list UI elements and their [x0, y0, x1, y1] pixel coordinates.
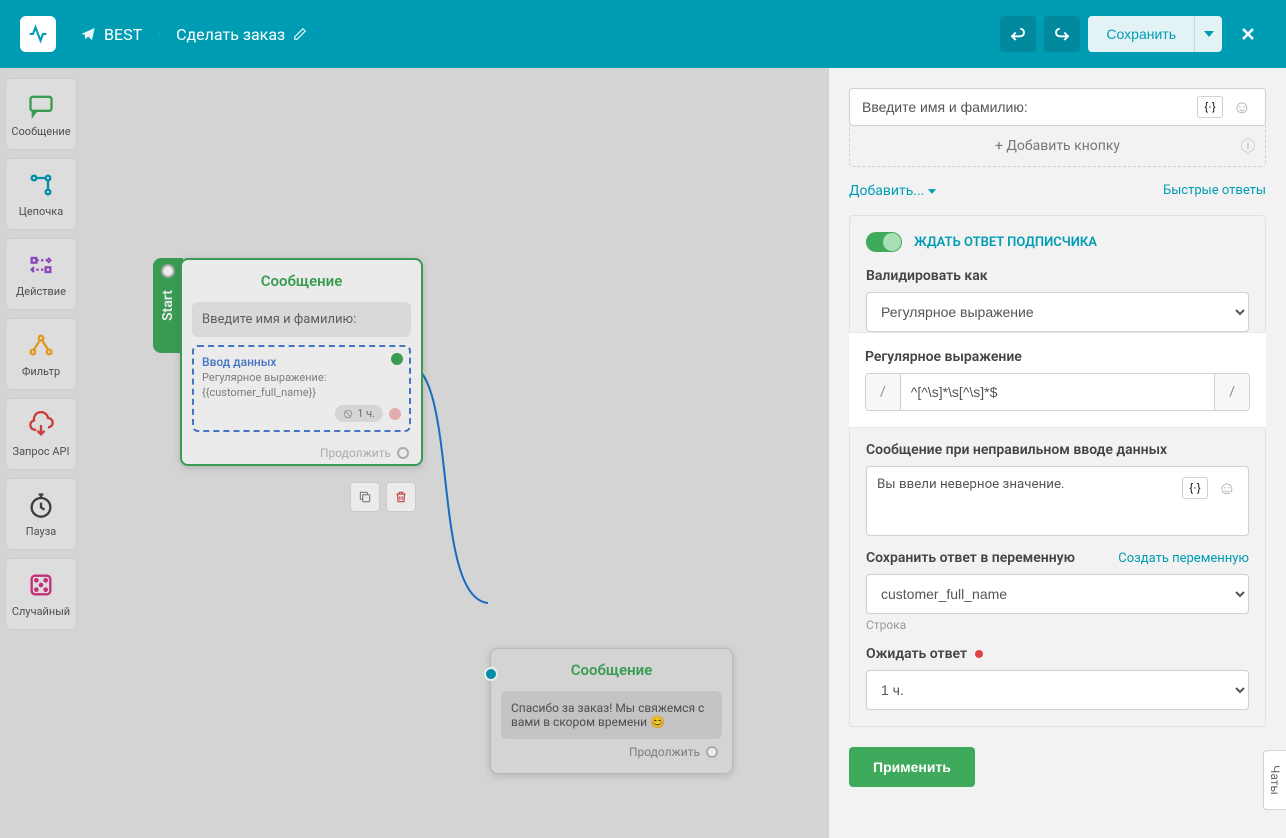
chain-icon: [27, 171, 55, 199]
tool-message[interactable]: Сообщение: [5, 78, 77, 150]
tool-filter[interactable]: Фильтр: [5, 318, 77, 390]
input-block-var: {{customer_full_name}}: [202, 386, 401, 399]
delete-node-button[interactable]: [386, 482, 416, 512]
node2-continue: Продолжить: [501, 739, 722, 765]
error-textarea-wrapper[interactable]: Вы ввели неверное значение. {·} ☺: [866, 466, 1249, 536]
stopwatch-icon: [27, 491, 55, 519]
info-icon[interactable]: ⓘ: [1241, 136, 1255, 156]
app-logo[interactable]: [20, 16, 56, 52]
validate-label: Валидировать как: [866, 268, 1249, 284]
start-node[interactable]: Start: [153, 258, 183, 353]
regex-start-slash: /: [866, 374, 901, 410]
emoji-button-2[interactable]: ☺: [1216, 477, 1238, 499]
save-dropdown-button[interactable]: [1194, 16, 1222, 52]
error-textarea[interactable]: Вы ввели неверное значение.: [877, 477, 1182, 525]
wait-time-select[interactable]: 1 ч.: [866, 670, 1249, 710]
emoji-button[interactable]: ☺: [1231, 96, 1253, 118]
redo-icon: [1053, 25, 1071, 43]
continue-port[interactable]: [397, 447, 409, 459]
start-label: Start: [160, 290, 176, 321]
wait-response-config: ЖДАТЬ ОТВЕТ ПОДПИСЧИКА Валидировать как …: [849, 215, 1266, 727]
add-button-row[interactable]: + Добавить кнопку ⓘ: [849, 126, 1266, 167]
chevron-down-icon: [1204, 31, 1214, 37]
tool-api[interactable]: Запрос API: [5, 398, 77, 470]
wait-response-label: ЖДАТЬ ОТВЕТ ПОДПИСЧИКА: [914, 235, 1097, 250]
message-node-1[interactable]: Сообщение Введите имя и фамилию: Ввод да…: [180, 258, 423, 466]
wait-time-label: Ожидать ответ: [866, 646, 1249, 662]
message-icon: [27, 91, 55, 119]
prompt-input[interactable]: [862, 99, 1197, 115]
timer-badge: 1 ч.: [335, 405, 383, 422]
var-select[interactable]: customer_full_name: [866, 574, 1249, 614]
var-type-text: Строка: [866, 618, 1249, 632]
copy-icon: [358, 490, 372, 504]
prompt-textarea[interactable]: {·} ☺: [849, 88, 1266, 126]
add-dropdown[interactable]: Добавить...: [849, 183, 936, 199]
tool-random[interactable]: Случайный: [5, 558, 77, 630]
node2-continue-port[interactable]: [706, 746, 718, 758]
tool-chain[interactable]: Цепочка: [5, 158, 77, 230]
close-button[interactable]: [1230, 16, 1266, 52]
node-actions: [350, 482, 416, 512]
insert-variable-button[interactable]: {·}: [1197, 96, 1223, 118]
tool-action[interactable]: Действие: [5, 238, 77, 310]
left-toolbar: Сообщение Цепочка Действие Фильтр Запрос…: [5, 78, 85, 630]
node-message-text: Введите имя и фамилию:: [192, 302, 411, 337]
message-node-2[interactable]: Сообщение Спасибо за заказ! Мы свяжемся …: [490, 648, 733, 774]
action-icon: [27, 251, 55, 279]
regex-input-group: / /: [865, 373, 1250, 411]
trash-icon: [394, 490, 408, 504]
chevron-down-icon: [928, 189, 936, 194]
input-success-port[interactable]: [391, 353, 403, 365]
pulse-icon: [28, 24, 48, 44]
regex-end-slash: /: [1214, 374, 1249, 410]
regex-label: Регулярное выражение: [865, 349, 1250, 365]
copy-node-button[interactable]: [350, 482, 380, 512]
input-block-title: Ввод данных: [202, 355, 401, 369]
save-button[interactable]: Сохранить: [1088, 16, 1194, 52]
regex-input[interactable]: [901, 374, 1214, 410]
close-icon: [1238, 24, 1258, 44]
breadcrumb-bot[interactable]: BEST: [68, 25, 154, 44]
breadcrumb: BEST Сделать заказ: [68, 25, 319, 44]
node-title: Сообщение: [182, 260, 421, 302]
dice-icon: [27, 571, 55, 599]
undo-button[interactable]: [1000, 16, 1036, 52]
node2-input-port[interactable]: [484, 667, 498, 681]
telegram-icon: [80, 26, 96, 42]
input-block-desc: Регулярное выражение:: [202, 371, 401, 384]
edit-icon[interactable]: [293, 27, 307, 41]
error-label: Сообщение при неправильном вводе данных: [866, 442, 1249, 458]
chevron-right-icon: [154, 26, 164, 42]
tool-pause[interactable]: Пауза: [5, 478, 77, 550]
redo-button[interactable]: [1044, 16, 1080, 52]
clock-slash-icon: [343, 409, 353, 419]
node2-message-text: Спасибо за заказ! Мы свяжемся с вами в с…: [501, 691, 722, 739]
status-dot: [975, 650, 983, 658]
node2-title: Сообщение: [491, 649, 732, 691]
app-header: BEST Сделать заказ Сохранить: [0, 0, 1286, 68]
config-panel: {·} ☺ + Добавить кнопку ⓘ Добавить... Бы…: [828, 68, 1286, 838]
create-var-link[interactable]: Создать переменную: [1118, 551, 1249, 566]
insert-variable-button-2[interactable]: {·}: [1182, 477, 1208, 499]
node-continue: Продолжить: [182, 442, 421, 464]
apply-button[interactable]: Применить: [849, 747, 975, 787]
node-input-block[interactable]: Ввод данных Регулярное выражение: {{cust…: [192, 345, 411, 432]
start-port[interactable]: [161, 264, 175, 278]
undo-icon: [1009, 25, 1027, 43]
filter-icon: [27, 331, 55, 359]
quick-replies-link[interactable]: Быстрые ответы: [1163, 183, 1266, 199]
wait-response-toggle[interactable]: [866, 232, 902, 252]
timer-port[interactable]: [389, 408, 401, 420]
save-var-label: Сохранить ответ в переменную: [866, 550, 1075, 566]
cloud-icon: [27, 411, 55, 439]
chat-tab[interactable]: Чаты: [1263, 750, 1286, 810]
breadcrumb-flow[interactable]: Сделать заказ: [164, 25, 319, 44]
validate-select[interactable]: Регулярное выражение: [866, 292, 1249, 332]
